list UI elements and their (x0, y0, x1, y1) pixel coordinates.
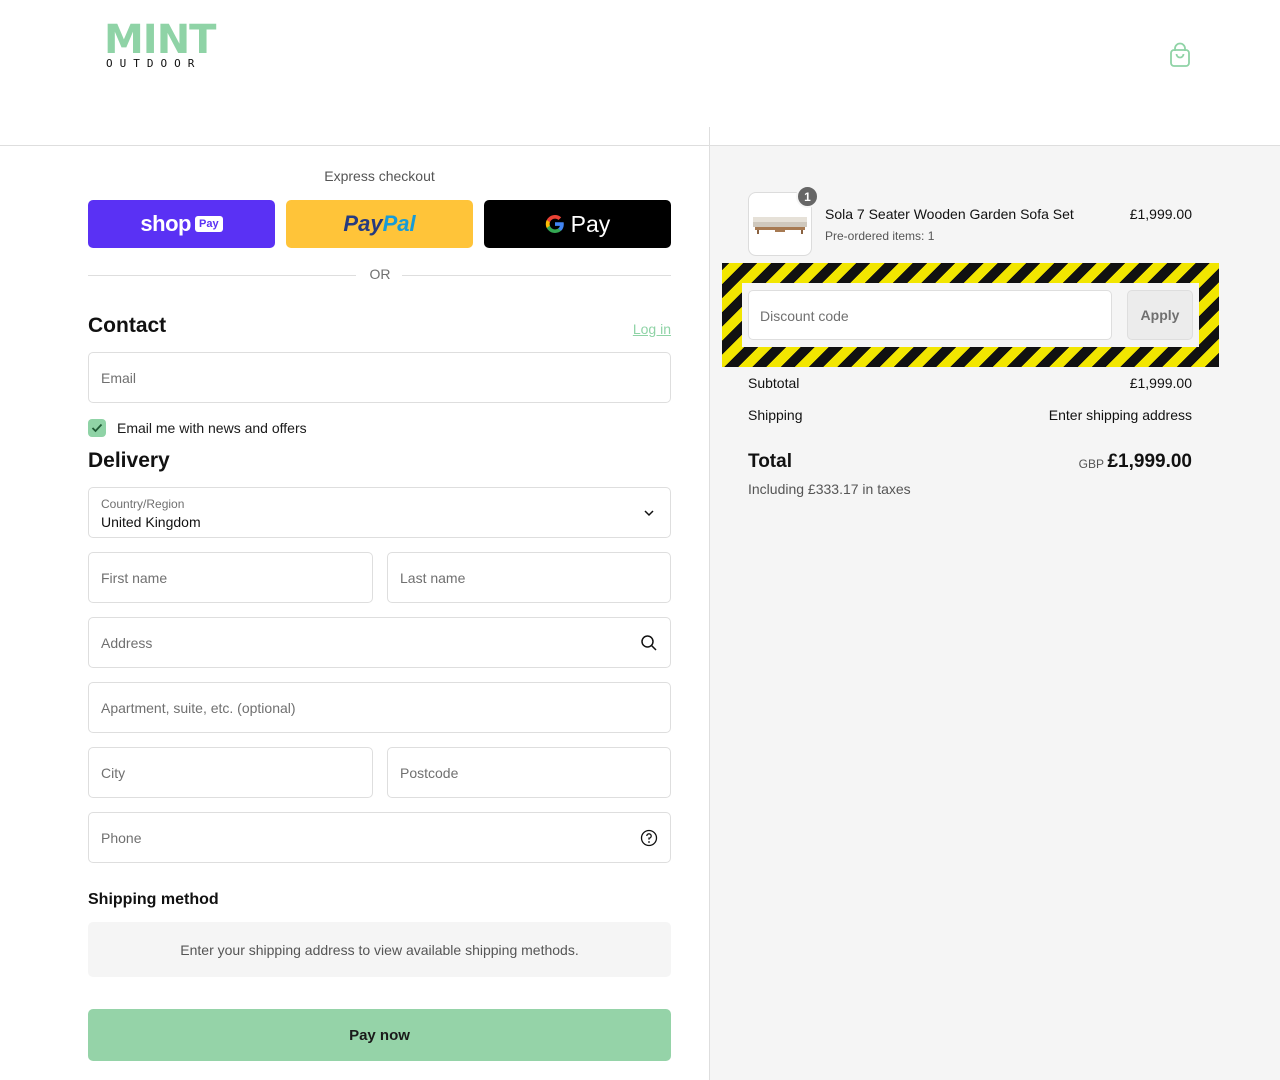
product-preorder-note: Pre-ordered items: 1 (825, 229, 935, 243)
apartment-placeholder: Apartment, suite, etc. (optional) (101, 700, 296, 716)
product-price: £1,999.00 (1129, 206, 1192, 222)
shipping-label: Shipping (748, 407, 803, 423)
google-pay-button[interactable]: Pay (484, 200, 671, 248)
contact-heading: Contact (88, 314, 167, 337)
help-circle-icon[interactable] (640, 829, 658, 847)
last-name-placeholder: Last name (400, 570, 466, 586)
subtotal-value: £1,999.00 (1129, 375, 1192, 391)
subtotal-label: Subtotal (748, 375, 800, 391)
logo-tagline: OUTDOOR (106, 57, 202, 70)
quantity-badge: 1 (796, 185, 819, 208)
shop-pay-button[interactable]: shop Pay (88, 200, 275, 248)
checkout-header: MINT OUTDOOR (0, 0, 1280, 146)
checkmark-icon (91, 423, 103, 433)
email-placeholder: Email (101, 370, 137, 386)
logo-wordmark: MINT (104, 17, 216, 63)
apartment-field[interactable]: Apartment, suite, etc. (optional) (88, 682, 671, 733)
apply-discount-button[interactable]: Apply (1127, 290, 1193, 340)
phone-field[interactable]: Phone (88, 812, 671, 863)
or-divider: OR (88, 266, 671, 286)
subtotal-row: Subtotal £1,999.00 (748, 375, 1192, 391)
google-g-icon (545, 215, 564, 233)
search-icon (641, 635, 657, 651)
shop-pay-badge: Pay (194, 216, 223, 232)
discount-placeholder: Discount code (760, 308, 849, 324)
shop-pay-wordmark: shop (140, 211, 191, 236)
first-name-placeholder: First name (101, 570, 168, 586)
country-value: United Kingdom (101, 514, 201, 530)
product-name: Sola 7 Seater Wooden Garden Sofa Set (825, 206, 1074, 222)
or-text: OR (369, 266, 391, 282)
brand-logo[interactable]: MINT OUTDOOR (104, 17, 216, 72)
city-placeholder: City (101, 765, 126, 781)
last-name-field[interactable]: Last name (387, 552, 671, 603)
paypal-wordmark: PayPal (343, 211, 416, 236)
login-link[interactable]: Log in (633, 321, 671, 337)
tax-note: Including £333.17 in taxes (748, 481, 911, 497)
shipping-method-info: Enter your shipping address to view avai… (88, 922, 671, 977)
first-name-field[interactable]: First name (88, 552, 373, 603)
shopping-bag-icon[interactable] (1168, 42, 1192, 68)
header-divider (709, 127, 710, 146)
phone-placeholder: Phone (101, 830, 142, 846)
postcode-field[interactable]: Postcode (387, 747, 671, 798)
address-field[interactable]: Address (88, 617, 671, 668)
email-field[interactable]: Email (88, 352, 671, 403)
discount-highlight: Discount code Apply (722, 263, 1219, 367)
pay-now-button[interactable]: Pay now (88, 1009, 671, 1061)
discount-row: Discount code Apply (742, 283, 1199, 347)
country-label: Country/Region (101, 497, 185, 511)
total-label: Total (748, 451, 792, 472)
news-opt-in: Email me with news and offers (88, 418, 307, 438)
news-checkbox[interactable] (88, 419, 106, 437)
city-field[interactable]: City (88, 747, 373, 798)
paypal-button[interactable]: PayPal (286, 200, 473, 248)
total-currency: GBP (1078, 457, 1104, 471)
country-select[interactable]: Country/Region United Kingdom (88, 487, 671, 538)
shipping-value: Enter shipping address (1048, 407, 1192, 423)
chevron-down-icon (644, 510, 654, 517)
discount-code-field[interactable]: Discount code (748, 290, 1112, 340)
shipping-method-heading: Shipping method (88, 891, 219, 908)
express-checkout-title: Express checkout (324, 168, 435, 184)
gpay-label: Pay (570, 210, 611, 237)
postcode-placeholder: Postcode (400, 765, 459, 781)
total-amount: £1,999.00 (1107, 451, 1192, 472)
delivery-heading: Delivery (88, 449, 170, 472)
address-placeholder: Address (101, 635, 153, 651)
news-checkbox-label: Email me with news and offers (117, 420, 307, 436)
shipping-row: Shipping Enter shipping address (748, 407, 1192, 423)
